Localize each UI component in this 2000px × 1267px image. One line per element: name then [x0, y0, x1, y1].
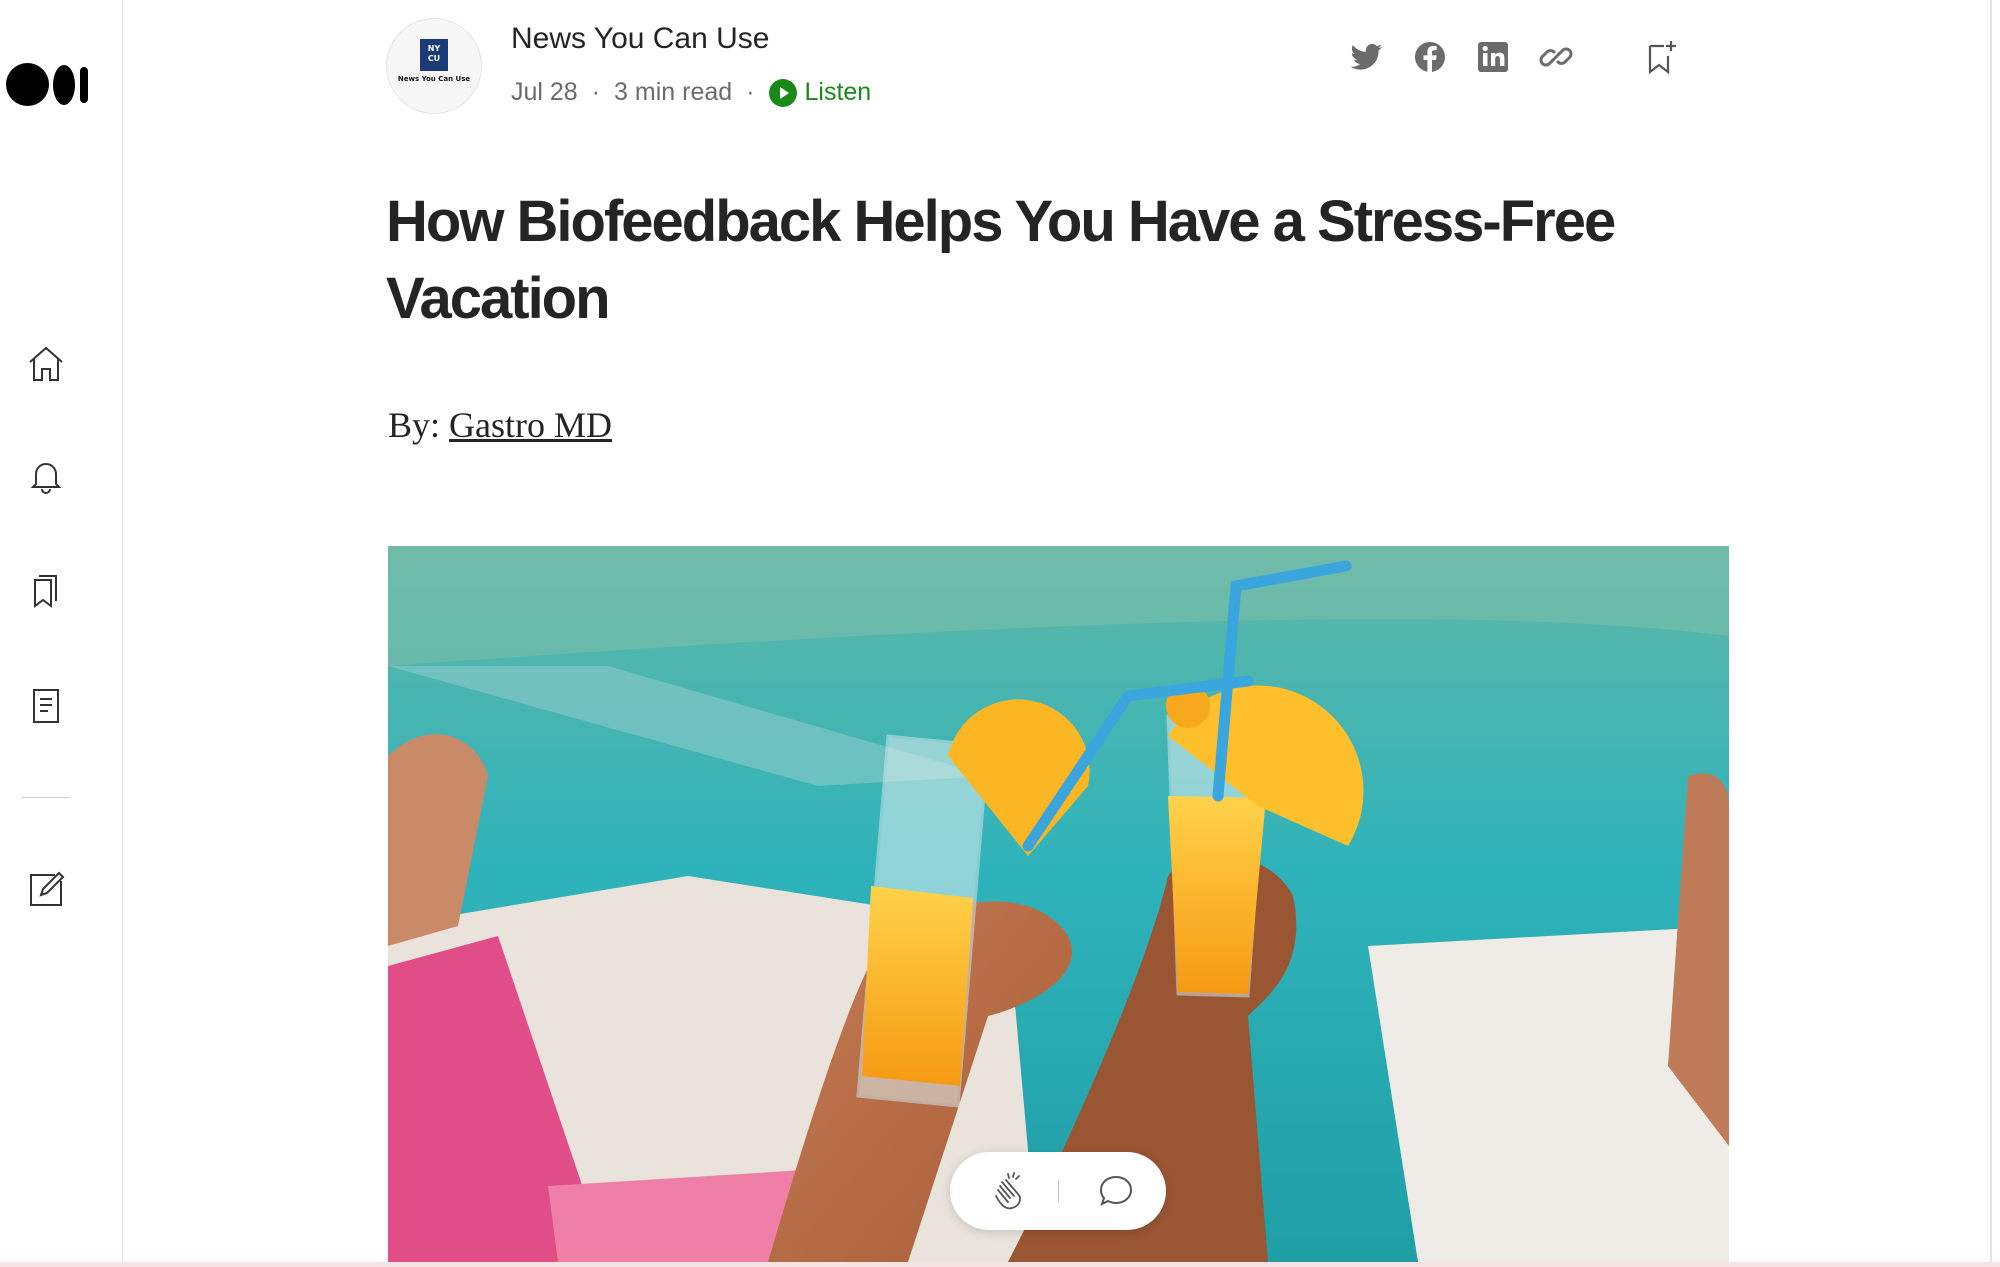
action-pill — [950, 1152, 1166, 1230]
article-title: How Biofeedback Helps You Have a Stress-… — [386, 189, 1616, 331]
bookmarks-icon[interactable] — [25, 570, 67, 612]
bookmark-add-icon[interactable] — [1642, 38, 1680, 76]
meta-separator: · — [591, 78, 601, 106]
home-icon[interactable] — [25, 343, 67, 385]
linkedin-icon[interactable] — [1474, 38, 1512, 76]
listen-label: Listen — [804, 78, 872, 106]
sidebar-divider — [22, 797, 70, 798]
article-meta: Jul 28 · 3 min read · Listen — [511, 78, 871, 107]
link-icon[interactable] — [1537, 38, 1575, 76]
listen-button[interactable]: Listen — [768, 78, 872, 107]
document-icon[interactable] — [25, 685, 67, 727]
publication-logo: NY CU — [420, 39, 448, 71]
comment-icon[interactable] — [1097, 1172, 1135, 1210]
window-bottom-edge — [0, 1262, 2000, 1267]
byline: By: Gastro MD — [388, 404, 612, 446]
publication-name[interactable]: News You Can Use — [511, 22, 770, 56]
medium-logo[interactable] — [6, 62, 88, 108]
byline-prefix: By: — [388, 405, 450, 445]
read-time: 3 min read — [614, 78, 733, 106]
pill-divider — [1058, 1180, 1059, 1202]
publication-logo-caption: News You Can Use — [397, 75, 471, 83]
scrollbar-track[interactable] — [1990, 0, 1992, 1262]
play-icon — [768, 78, 797, 107]
meta-separator: · — [746, 78, 755, 106]
edit-icon[interactable] — [25, 869, 67, 911]
left-sidebar — [0, 0, 123, 1262]
twitter-icon[interactable] — [1348, 38, 1386, 76]
clap-icon[interactable] — [988, 1170, 1030, 1212]
publication-avatar[interactable]: NY CU News You Can Use — [386, 18, 482, 114]
author-link[interactable]: Gastro MD — [449, 405, 612, 445]
facebook-icon[interactable] — [1411, 38, 1449, 76]
publish-date: Jul 28 — [511, 78, 578, 106]
bell-icon[interactable] — [25, 455, 67, 497]
